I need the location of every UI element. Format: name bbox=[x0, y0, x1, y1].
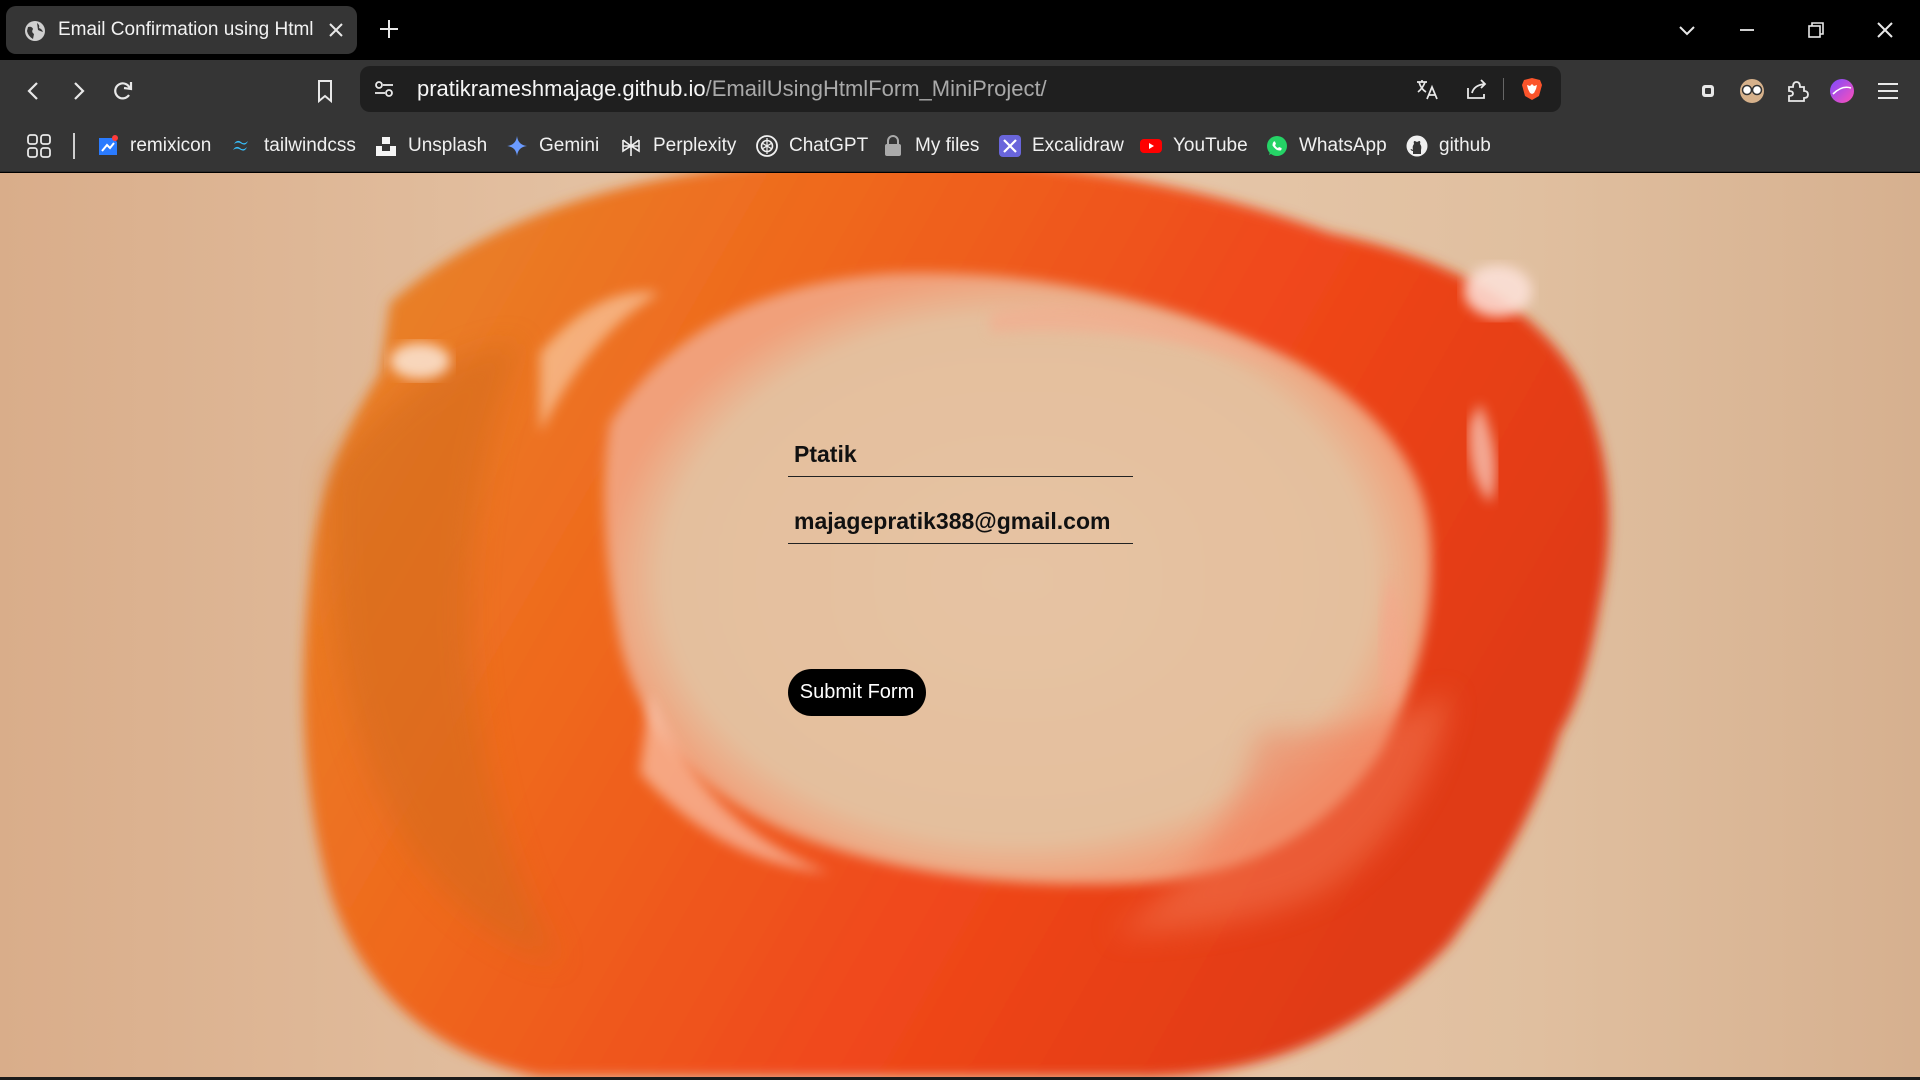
bookmark-label: Excalidraw bbox=[1032, 135, 1124, 156]
address-bar[interactable]: pratikrameshmajage.github.io/EmailUsingH… bbox=[360, 66, 1561, 112]
bookmark-youtube[interactable]: YouTube bbox=[1139, 120, 1248, 172]
whatsapp-icon bbox=[1267, 136, 1287, 156]
bookmark-label: Perplexity bbox=[653, 135, 737, 156]
address-divider bbox=[1503, 78, 1504, 100]
puzzle-icon[interactable] bbox=[1783, 77, 1811, 105]
back-icon[interactable] bbox=[20, 77, 48, 105]
perplexity-icon bbox=[622, 136, 640, 156]
bookmark-github[interactable]: github bbox=[1405, 120, 1491, 172]
new-tab-icon[interactable] bbox=[378, 18, 400, 40]
restore-icon[interactable] bbox=[1803, 17, 1829, 43]
glasses-extension-icon[interactable] bbox=[1738, 77, 1766, 105]
bookmark-label: My files bbox=[915, 135, 980, 156]
close-icon[interactable] bbox=[326, 20, 346, 40]
menu-icon[interactable] bbox=[1874, 77, 1902, 105]
tab-title: Email Confirmation using Html bbox=[58, 19, 314, 40]
bookmark-label: WhatsApp bbox=[1299, 135, 1387, 156]
url-path: /EmailUsingHtmlForm_MiniProject/ bbox=[705, 76, 1047, 101]
reload-icon[interactable] bbox=[109, 77, 137, 105]
youtube-icon bbox=[1140, 139, 1162, 153]
chatgpt-icon bbox=[756, 135, 778, 157]
bookmark-icon[interactable] bbox=[311, 77, 339, 105]
minimize-icon[interactable] bbox=[1734, 17, 1760, 43]
bookmark-my-files[interactable]: My files bbox=[881, 120, 979, 172]
site-settings-icon[interactable] bbox=[372, 77, 396, 101]
lock-icon bbox=[885, 135, 901, 156]
apps-grid-icon[interactable] bbox=[26, 133, 52, 159]
abstract-3d-ring-background bbox=[303, 173, 1609, 1077]
extension-icon[interactable] bbox=[1694, 77, 1722, 105]
brave-shields-icon[interactable] bbox=[1519, 76, 1545, 102]
remixicon-icon bbox=[99, 135, 118, 155]
title-bar: Email Confirmation using Html bbox=[0, 0, 1920, 60]
unsplash-icon bbox=[376, 137, 396, 156]
bookmark-label: tailwindcss bbox=[264, 135, 356, 156]
bookmark-excalidraw[interactable]: Excalidraw bbox=[998, 120, 1124, 172]
chevron-down-icon[interactable] bbox=[1674, 17, 1700, 43]
email-input[interactable] bbox=[788, 500, 1133, 544]
tailwindcss-icon bbox=[233, 140, 248, 151]
bookmark-perplexity[interactable]: Perplexity bbox=[619, 120, 736, 172]
bookmark-label: Unsplash bbox=[408, 135, 488, 156]
bookmark-label: Gemini bbox=[539, 135, 600, 156]
bookmarks-divider bbox=[73, 133, 75, 159]
bookmark-remixicon[interactable]: remixicon bbox=[96, 120, 211, 172]
bookmark-whatsapp[interactable]: WhatsApp bbox=[1265, 120, 1387, 172]
excalidraw-icon bbox=[999, 135, 1021, 157]
github-icon bbox=[1406, 135, 1428, 157]
profile-avatar-icon[interactable] bbox=[1828, 77, 1856, 105]
submit-form-button[interactable]: Submit Form bbox=[788, 669, 926, 716]
bookmark-label: github bbox=[1439, 135, 1491, 156]
url-host: pratikrameshmajage.github.io bbox=[417, 76, 706, 101]
translate-icon[interactable] bbox=[1414, 76, 1440, 102]
name-input[interactable] bbox=[788, 433, 1133, 477]
bookmarks-bar: remixicon tailwindcss Unsplash Gemini Pe… bbox=[0, 120, 1920, 172]
bookmark-chatgpt[interactable]: ChatGPT bbox=[755, 120, 868, 172]
globe-icon bbox=[25, 21, 45, 41]
navigation-toolbar: pratikrameshmajage.github.io/EmailUsingH… bbox=[0, 60, 1920, 120]
bookmark-label: ChatGPT bbox=[789, 135, 869, 156]
forward-icon[interactable] bbox=[64, 77, 92, 105]
bookmark-tailwindcss[interactable]: tailwindcss bbox=[230, 120, 356, 172]
browser-tab[interactable]: Email Confirmation using Html bbox=[6, 6, 357, 54]
share-icon[interactable] bbox=[1464, 76, 1490, 102]
bookmark-label: remixicon bbox=[130, 135, 212, 156]
close-window-icon[interactable] bbox=[1872, 17, 1898, 43]
bookmark-gemini[interactable]: Gemini bbox=[505, 120, 599, 172]
url-text[interactable]: pratikrameshmajage.github.io/EmailUsingH… bbox=[417, 66, 1047, 112]
bookmark-unsplash[interactable]: Unsplash bbox=[374, 120, 487, 172]
gemini-icon bbox=[507, 136, 527, 156]
page-viewport: Submit Form bbox=[0, 173, 1920, 1077]
bookmark-label: YouTube bbox=[1173, 135, 1248, 156]
